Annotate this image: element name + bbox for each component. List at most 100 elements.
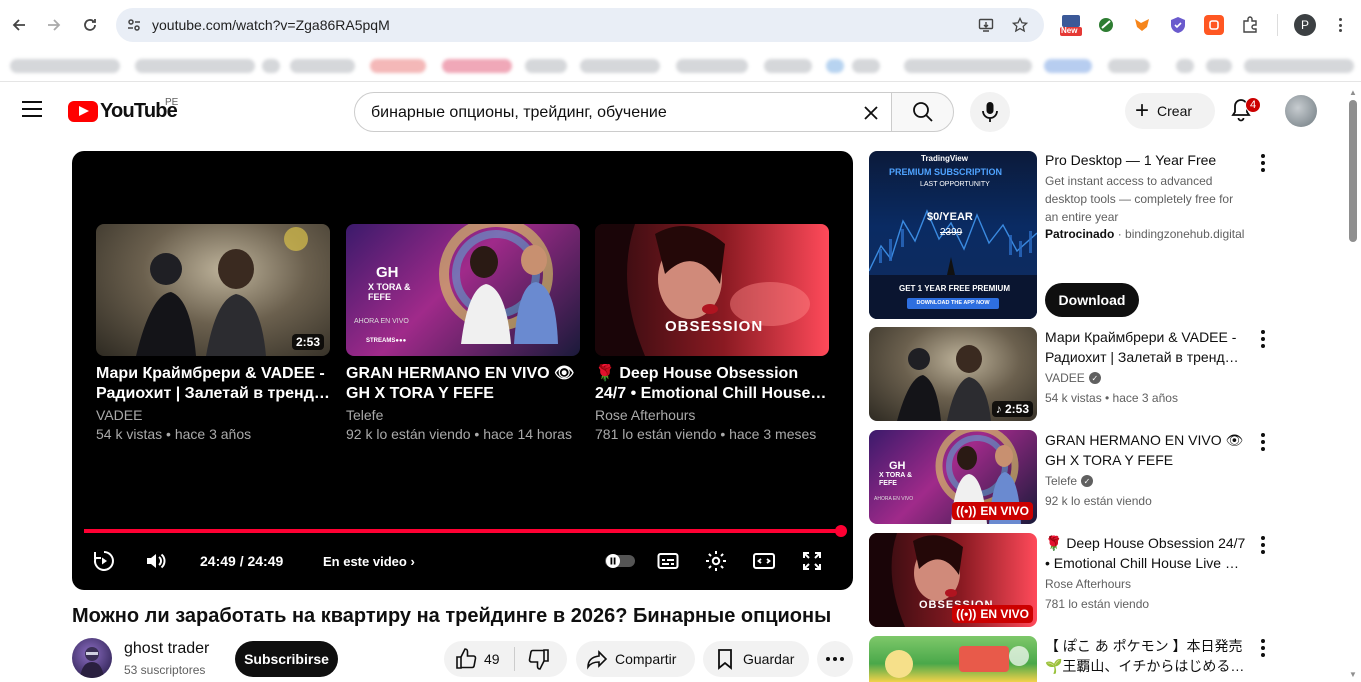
more-vertical-icon[interactable]: [1253, 153, 1273, 173]
progress-bar[interactable]: [84, 525, 847, 537]
related-video-thumbnail[interactable]: GH X TORA & FEFE AHORA EN VIVO ((•)) EN V…: [869, 430, 1037, 524]
duration-badge: 2:53: [291, 334, 324, 350]
end-screen-card[interactable]: 2:53 Мари Краймбрери & VADEE - Радиохит …: [96, 224, 330, 442]
save-button[interactable]: Guardar: [703, 641, 809, 677]
search-input[interactable]: бинарные опционы, трейдинг, обучение: [354, 92, 892, 132]
bookmark-blurred[interactable]: [1176, 59, 1194, 73]
reload-icon[interactable]: [77, 12, 103, 38]
related-video-title[interactable]: GRAN HERMANO EN VIVO 👁 GH X TORA Y FEFE: [1045, 430, 1247, 470]
bookmark-blurred[interactable]: [290, 59, 355, 73]
create-label: Crear: [1157, 103, 1193, 119]
hamburger-menu-icon[interactable]: [22, 101, 42, 117]
voice-search-button[interactable]: [970, 92, 1010, 132]
related-video-thumbnail[interactable]: [869, 636, 1037, 682]
bookmark-blurred[interactable]: [1206, 59, 1232, 73]
bookmark-blurred[interactable]: [764, 59, 812, 73]
account-avatar[interactable]: [1285, 95, 1317, 127]
bookmark-blurred[interactable]: [1108, 59, 1150, 73]
end-card-channel: VADEE: [96, 407, 143, 423]
replay-icon[interactable]: [90, 549, 118, 573]
extension-leaf-icon[interactable]: [1096, 15, 1116, 35]
related-video-thumbnail[interactable]: ♪ 2:53: [869, 327, 1037, 421]
like-button[interactable]: 49: [444, 647, 514, 671]
gh-live-text: AHORA EN VIVO: [874, 496, 914, 502]
chapter-button[interactable]: En este video ›: [323, 554, 415, 569]
more-vertical-icon[interactable]: [1253, 638, 1273, 658]
more-vertical-icon[interactable]: [1253, 329, 1273, 349]
related-video-channel[interactable]: Rose Afterhours: [1045, 577, 1131, 591]
related-video-meta: 54 k vistas • hace 3 años: [1045, 391, 1178, 405]
bookmark-blurred[interactable]: [1044, 59, 1092, 73]
search-button[interactable]: [891, 92, 954, 132]
bookmark-blurred[interactable]: [442, 59, 512, 73]
related-video-meta: 92 k lo están viendo: [1045, 494, 1152, 508]
bookmark-star-icon[interactable]: [1010, 15, 1030, 35]
related-video-title[interactable]: 【 ぽこ あ ポケモン 】本日発売🌱王覇山、イチからはじめる…: [1045, 636, 1247, 676]
related-video-title[interactable]: Мари Краймбрери & VADEE - Радиохит | Зал…: [1045, 327, 1247, 367]
bookmark-blurred[interactable]: [135, 59, 255, 73]
related-video-channel[interactable]: Telefe ✓: [1045, 474, 1094, 488]
bookmark-blurred[interactable]: [525, 59, 567, 73]
more-actions-button[interactable]: [817, 641, 853, 677]
bookmark-blurred[interactable]: [1244, 59, 1354, 73]
ad-download-button[interactable]: Download: [1045, 283, 1139, 317]
site-settings-icon[interactable]: [124, 15, 144, 35]
browser-menu-icon[interactable]: [1330, 15, 1350, 35]
like-count: 49: [484, 651, 500, 667]
metamask-fox-icon[interactable]: [1132, 15, 1152, 35]
scroll-up-arrow-icon[interactable]: ▲: [1349, 88, 1357, 97]
video-player[interactable]: 2:53 Мари Краймбрери & VADEE - Радиохит …: [72, 151, 853, 590]
end-screen-card[interactable]: GH X TORA & FEFE AHORA EN VIVO STREAMS●●…: [346, 224, 580, 442]
extension-shield-icon[interactable]: [1168, 15, 1188, 35]
install-app-icon[interactable]: [976, 15, 996, 35]
subscribe-button[interactable]: Subscribirse: [235, 641, 338, 677]
bookmark-blurred[interactable]: [826, 59, 844, 73]
dislike-button[interactable]: [515, 647, 551, 671]
create-button[interactable]: + Crear: [1125, 93, 1215, 129]
bookmark-blurred[interactable]: [676, 59, 748, 73]
share-button[interactable]: Compartir: [576, 641, 695, 677]
youtube-logo[interactable]: YouTube: [68, 100, 178, 123]
settings-gear-icon[interactable]: [702, 549, 730, 573]
fullscreen-icon[interactable]: [798, 549, 826, 573]
end-screen-card[interactable]: OBSESSION 🌹 Deep House Obsession 24/7 • …: [595, 224, 829, 442]
extension-orange-icon[interactable]: [1204, 15, 1224, 35]
forward-arrow-icon[interactable]: [41, 12, 67, 38]
more-vertical-icon[interactable]: [1253, 432, 1273, 452]
profile-avatar[interactable]: P: [1294, 14, 1316, 36]
ad-domain: bindingzonehub.digital: [1125, 227, 1245, 241]
scroll-down-arrow-icon[interactable]: ▼: [1349, 670, 1357, 679]
bookmark-blurred[interactable]: [852, 59, 880, 73]
channel-name[interactable]: ghost trader: [124, 640, 209, 658]
bookmark-blurred[interactable]: [904, 59, 1032, 73]
volume-icon[interactable]: [142, 549, 170, 573]
toolbar-divider: [1277, 14, 1278, 36]
scrubber-handle[interactable]: [835, 525, 847, 537]
related-video-channel[interactable]: VADEE ✓: [1045, 371, 1101, 385]
page-scrollbar[interactable]: [1349, 100, 1357, 242]
bookmark-blurred[interactable]: [262, 59, 280, 73]
subtitles-icon[interactable]: [654, 549, 682, 573]
ad-thumb-download-btn: DOWNLOAD THE APP NOW: [907, 298, 999, 309]
ad-thumbnail[interactable]: TradingView PREMIUM SUBSCRIPTION LAST OP…: [869, 151, 1037, 319]
youtube-play-logo-icon: [68, 101, 98, 122]
related-video-title[interactable]: 🌹 Deep House Obsession 24/7 • Emotional …: [1045, 533, 1247, 573]
bookmark-blurred[interactable]: [10, 59, 120, 73]
related-video-thumbnail[interactable]: OBSESSION ((•))EN VIVO: [869, 533, 1037, 627]
ad-thumb-last-opportunity: LAST OPPORTUNITY: [920, 181, 990, 188]
extensions-puzzle-icon[interactable]: [1240, 15, 1260, 35]
chevron-right-icon: ›: [410, 554, 415, 569]
clear-search-icon[interactable]: [857, 99, 885, 127]
autoplay-toggle[interactable]: [603, 549, 637, 573]
channel-avatar[interactable]: [72, 638, 112, 678]
more-vertical-icon[interactable]: [1253, 535, 1273, 555]
address-bar[interactable]: youtube.com/watch?v=Zga86RA5pqM: [116, 8, 1044, 42]
extension-news-icon[interactable]: New: [1059, 13, 1083, 37]
back-arrow-icon[interactable]: [6, 12, 32, 38]
theater-mode-icon[interactable]: [750, 549, 778, 573]
end-card-title: Мари Краймбрери & VADEE - Радиохит | Зал…: [96, 365, 330, 402]
bookmark-blurred[interactable]: [370, 59, 426, 73]
bookmark-blurred[interactable]: [580, 59, 660, 73]
ad-title[interactable]: Pro Desktop — 1 Year Free: [1045, 152, 1216, 168]
end-card-channel: Telefe: [346, 407, 384, 423]
